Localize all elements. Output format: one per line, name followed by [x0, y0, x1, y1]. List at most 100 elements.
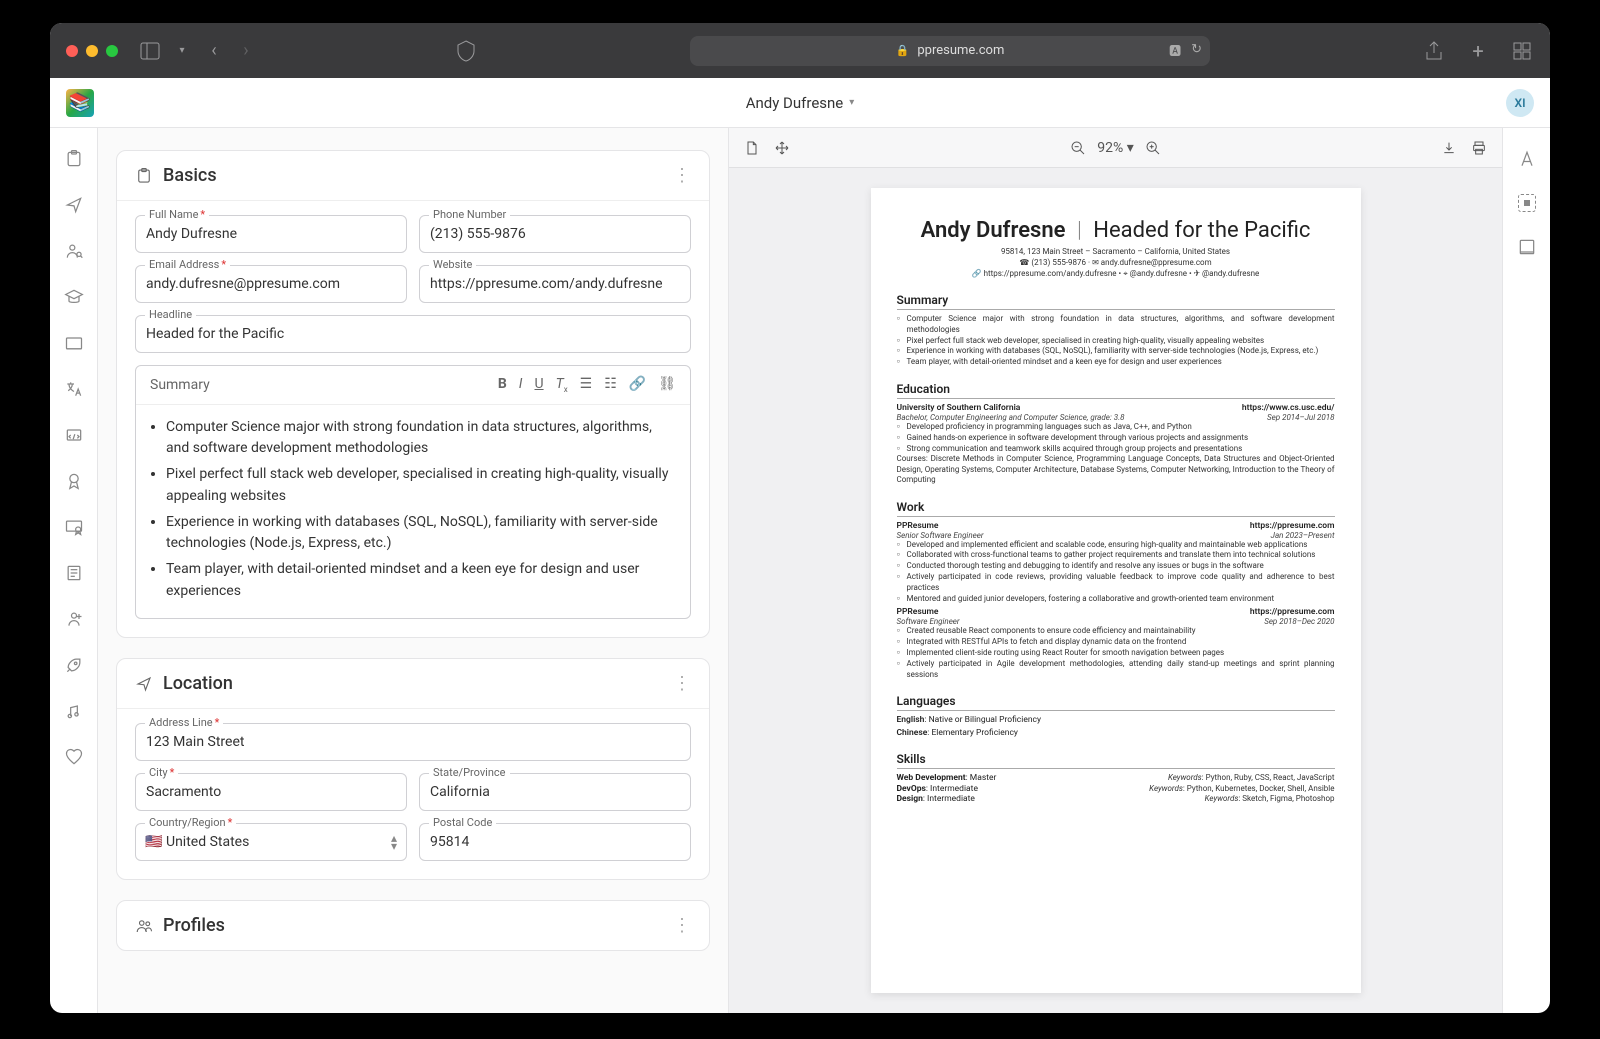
nav-certificates-icon[interactable] — [63, 516, 85, 538]
pv-bullet: Pixel perfect full stack web developer, … — [897, 336, 1335, 347]
close-window-button[interactable] — [66, 45, 78, 57]
unlink-button[interactable]: ⛓ — [658, 376, 676, 394]
nav-publications-icon[interactable] — [63, 562, 85, 584]
headline-input[interactable] — [135, 315, 691, 353]
clipboard-icon — [135, 167, 153, 185]
pv-bullet: Collaborated with cross-functional teams… — [897, 550, 1335, 561]
nav-location-icon[interactable] — [63, 194, 85, 216]
basics-card: Basics ⋮ Full Name* Phone Number — [116, 150, 710, 638]
email-field: Email Address* — [135, 265, 407, 303]
pv-bullet: Mentored and guided junior developers, f… — [897, 594, 1335, 605]
italic-button[interactable]: I — [519, 376, 523, 394]
location-title: Location — [163, 673, 233, 694]
select-arrows-icon: ▴▾ — [391, 834, 397, 850]
headline-field: Headline — [135, 315, 691, 353]
tabs-overview-icon[interactable] — [1510, 39, 1534, 63]
bullet-list-button[interactable]: ☰ — [580, 376, 593, 394]
pv-bullet: Developed and implemented efficient and … — [897, 540, 1335, 551]
user-avatar[interactable]: XI — [1506, 89, 1534, 117]
summary-editor: Summary B I U Tx ☰ ☷ 🔗 ⛓ — [135, 365, 691, 619]
profiles-title: Profiles — [163, 915, 225, 936]
shield-icon[interactable] — [454, 39, 478, 63]
maximize-window-button[interactable] — [106, 45, 118, 57]
nav-profiles-icon[interactable] — [63, 240, 85, 262]
lock-icon: 🔒 — [896, 44, 910, 57]
pv-bullet: Computer Science major with strong found… — [897, 314, 1335, 336]
pv-contact1: 95814, 123 Main Street – Sacramento – Ca… — [897, 247, 1335, 256]
preview-pane: 92% ▾ Andy Dufresne | Headed for the Pac… — [728, 128, 1502, 1013]
pv-bullet: Integrated with RESTful APIs to fetch an… — [897, 637, 1335, 648]
zoom-level[interactable]: 92% ▾ — [1097, 140, 1134, 156]
pv-bullet: Actively participated in code reviews, p… — [897, 572, 1335, 594]
nav-interests-icon[interactable] — [63, 700, 85, 722]
address-bar[interactable]: 🔒 ppresume.com 🅰 ↻ — [690, 36, 1210, 66]
summary-textarea[interactable]: Computer Science major with strong found… — [136, 405, 690, 619]
nav-education-icon[interactable] — [63, 286, 85, 308]
pdf-icon[interactable] — [743, 139, 761, 157]
download-button[interactable] — [1440, 139, 1458, 157]
link-button[interactable]: 🔗 — [629, 376, 646, 394]
pv-bullet: Conducted thorough testing and debugging… — [897, 561, 1335, 572]
underline-button[interactable]: U — [535, 376, 544, 394]
ordered-list-button[interactable]: ☷ — [604, 376, 617, 394]
nav-basics-icon[interactable] — [63, 148, 85, 170]
bold-button[interactable]: B — [498, 376, 507, 394]
pv-bullet: Gained hands-on experience in software d… — [897, 433, 1335, 444]
reload-icon[interactable]: ↻ — [1191, 42, 1202, 59]
print-button[interactable] — [1470, 139, 1488, 157]
zoom-out-button[interactable] — [1069, 139, 1087, 157]
pv-name: Andy Dufresne — [921, 218, 1066, 243]
font-settings-icon[interactable] — [1516, 148, 1538, 170]
pv-work-title: Work — [897, 500, 1335, 517]
forward-button[interactable]: › — [234, 39, 258, 63]
zoom-in-button[interactable] — [1144, 139, 1162, 157]
pv-edu-title: Education — [897, 382, 1335, 399]
summary-item: Experience in working with databases (SQ… — [166, 512, 672, 555]
url-host: ppresume.com — [917, 43, 1004, 58]
nav-skills-icon[interactable] — [63, 424, 85, 446]
pv-links: 🔗 https://ppresume.com/andy.dufresne • ⌖… — [897, 269, 1335, 279]
phone-field: Phone Number — [419, 215, 691, 253]
minimize-window-button[interactable] — [86, 45, 98, 57]
nav-projects-icon[interactable] — [63, 654, 85, 676]
flag-icon: 🇺🇸 — [145, 834, 162, 850]
pv-bullet: Team player, with detail-oriented mindse… — [897, 357, 1335, 368]
template-settings-icon[interactable] — [1516, 236, 1538, 258]
translate-icon[interactable]: 🅰 — [1169, 42, 1181, 59]
layout-settings-icon[interactable] — [1518, 194, 1536, 212]
preview-canvas[interactable]: Andy Dufresne | Headed for the Pacific 9… — [729, 168, 1502, 1013]
pv-skills-title: Skills — [897, 752, 1335, 769]
resume-title-dropdown[interactable]: Andy Dufresne ▾ — [746, 94, 855, 112]
pv-headline: Headed for the Pacific — [1093, 218, 1310, 243]
pv-contact2: ☎ (213) 555-9876 · ✉ andy.dufresne@ppres… — [897, 258, 1335, 267]
city-field: City* — [135, 773, 407, 811]
app-toolbar: 📚 Andy Dufresne ▾ XI — [50, 78, 1550, 128]
basics-menu-button[interactable]: ⋮ — [673, 165, 691, 186]
pv-courses: Courses: Discrete Methods in Computer Sc… — [897, 454, 1335, 485]
share-icon[interactable] — [1422, 39, 1446, 63]
full-name-field: Full Name* — [135, 215, 407, 253]
nav-references-icon[interactable] — [63, 608, 85, 630]
nav-volunteer-icon[interactable] — [63, 746, 85, 768]
summary-item: Pixel perfect full stack web developer, … — [166, 464, 672, 507]
profiles-menu-button[interactable]: ⋮ — [673, 915, 691, 936]
back-button[interactable]: ‹ — [202, 39, 226, 63]
nav-work-icon[interactable] — [63, 332, 85, 354]
nav-awards-icon[interactable] — [63, 470, 85, 492]
move-icon[interactable] — [773, 139, 791, 157]
profiles-card: Profiles ⋮ — [116, 900, 710, 951]
clear-format-button[interactable]: Tx — [556, 376, 568, 394]
chevron-down-icon[interactable]: ▾ — [170, 39, 194, 63]
address-field: Address Line* — [135, 723, 691, 761]
new-tab-icon[interactable]: + — [1466, 39, 1490, 63]
right-nav-rail — [1502, 128, 1550, 1013]
app-logo[interactable]: 📚 — [66, 89, 94, 117]
location-card: Location ⋮ Address Line* City* — [116, 658, 710, 880]
nav-languages-icon[interactable] — [63, 378, 85, 400]
location-menu-button[interactable]: ⋮ — [673, 673, 691, 694]
form-editor: Basics ⋮ Full Name* Phone Number — [98, 128, 728, 1013]
pv-bullet: Implemented client-side routing using Re… — [897, 648, 1335, 659]
sidebar-toggle-icon[interactable] — [138, 39, 162, 63]
summary-label: Summary — [150, 377, 210, 393]
pv-bullet: Developed proficiency in programming lan… — [897, 422, 1335, 433]
